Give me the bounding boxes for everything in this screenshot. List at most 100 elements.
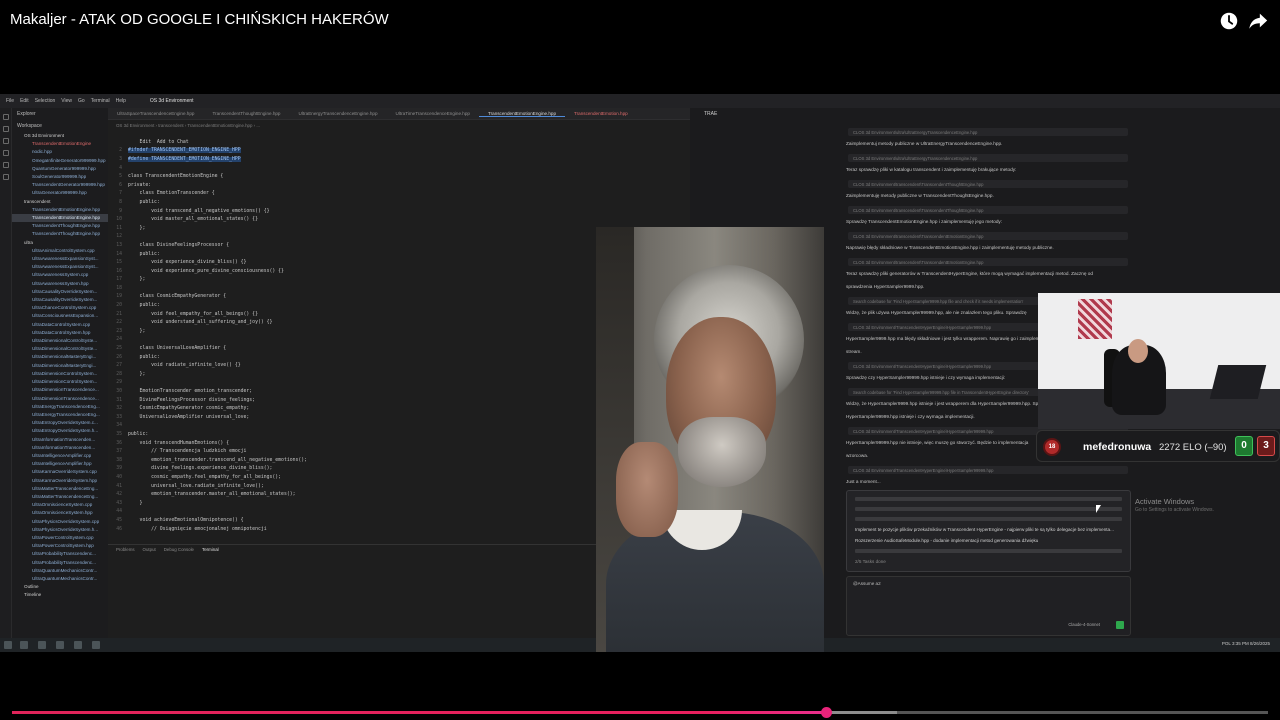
ide-menu-item[interactable]: Edit [20, 98, 29, 104]
file-item[interactable]: UltraAwarenessSystem.cpp [12, 271, 108, 279]
file-item[interactable]: UltraAwarenessSystem.hpp [12, 280, 108, 288]
editor-tab[interactable]: TranscendentThoughtEngine.hpp [203, 111, 289, 116]
file-item[interactable]: TranscendentThoughtEngine.hpp [12, 230, 108, 238]
file-item[interactable]: QuantumGenerator999999.hpp [12, 165, 108, 173]
file-item[interactable]: UltraQuantumMechanicsContr... [12, 567, 108, 575]
file-item[interactable]: UltraPhysicsOverrideSystem.cpp [12, 518, 108, 526]
file-item[interactable]: TranscendentGenerator999999.hpp [12, 181, 108, 189]
code-text: public: [128, 431, 149, 437]
chat-tool-call[interactable]: CLOS 3d Environment\ultra\UltraEnergyTra… [848, 154, 1128, 162]
chat-tool-call[interactable]: CLOS 3d Environment\transcendent\Transce… [848, 258, 1128, 266]
file-item[interactable]: UltraAwarenessExpansionSyst... [12, 263, 108, 271]
file-item[interactable]: UltraMatterTranscendenceEng... [12, 493, 108, 501]
file-item[interactable]: UltraDimensionControlSystem... [12, 370, 108, 378]
clock-icon[interactable] [1218, 10, 1240, 32]
line-number: 38 [116, 457, 122, 463]
file-item[interactable]: UltraOmniscienceSystem.hpp [12, 509, 108, 517]
file-item[interactable]: UltraIntelligenceAmplifier.cpp [12, 452, 108, 460]
file-item[interactable]: UltraCausalityOverrideSystem... [12, 296, 108, 304]
file-item[interactable]: UltraDimensionTranscendence... [12, 386, 108, 394]
video-title[interactable]: Makaljer - ATAK OD GOOGLE I CHIŃSKICH HA… [10, 11, 389, 28]
file-item[interactable]: UltraAwarenessExpansionSyst... [12, 255, 108, 263]
send-button[interactable] [1116, 621, 1124, 629]
model-selector[interactable]: Claude-4-Sonnet [1068, 622, 1100, 627]
folder-item[interactable]: ultra [12, 239, 108, 247]
file-item[interactable]: OmegaInfiniteGenerator999999.hpp [12, 157, 108, 165]
folder-item[interactable]: Outline [12, 583, 108, 591]
chat-tool-call[interactable]: CLOS 3d Environment\transcendent\Transce… [848, 180, 1128, 188]
file-item[interactable]: nodic.hpp [12, 148, 108, 156]
ide-menu-item[interactable]: View [61, 98, 72, 104]
line-number: 18 [116, 285, 122, 291]
file-item[interactable]: UltraDimensionTranscendence... [12, 395, 108, 403]
folder-item[interactable]: OS 3d Environment [12, 132, 108, 140]
file-item[interactable]: TranscendentEmotionEngine.hpp [12, 206, 108, 214]
progress-scrubber-handle[interactable] [820, 707, 832, 718]
chat-compose[interactable]: @Assume a2 Claude-4-Sonnet [846, 576, 1131, 636]
panel-tab[interactable]: Output [143, 547, 156, 552]
chat-tool-call[interactable]: CLOS 3d Environment\transcendent\Transce… [848, 206, 1128, 214]
file-item[interactable]: UltraEnergyTranscendenceEng... [12, 403, 108, 411]
panel-tab[interactable]: Terminal [202, 547, 219, 552]
file-item[interactable]: UltraDimensionalControlSyste... [12, 337, 108, 345]
file-item[interactable]: UltraDimensionalMasteryEngi... [12, 362, 108, 370]
file-item[interactable]: UltraKarmaOverrideSystem.hpp [12, 477, 108, 485]
editor-tab[interactable]: UltraSpaceTranscendenceEngine.hpp [108, 111, 203, 116]
file-item[interactable]: UltraInformationTranscenden... [12, 436, 108, 444]
code-text: void radiate_infinite_love() {} [128, 363, 241, 369]
file-item[interactable]: UltraChanceControlSystem.cpp [12, 304, 108, 312]
code-text: Edit Add to Chat [128, 139, 189, 145]
workspace-name[interactable]: OS 3d Environment [150, 98, 194, 104]
editor-tab[interactable]: UltraEnergyTranscendenceEngine.hpp [290, 111, 387, 116]
folder-item[interactable]: transcendent [12, 198, 108, 206]
file-item[interactable]: TranscendentEmotionEngine [12, 140, 108, 148]
file-item[interactable]: UltraIntelligenceAmplifier.hpp [12, 460, 108, 468]
file-item[interactable]: UltraDataControlSystem.hpp [12, 329, 108, 337]
file-item[interactable]: UltraEntropyOverrideSystem.h... [12, 427, 108, 435]
file-item[interactable]: UltraOmniscienceSystem.cpp [12, 501, 108, 509]
video-progress-bar[interactable] [12, 707, 1268, 718]
todo-item: Rozszerzenie AudioSafeModule.hpp - dodan… [855, 538, 1039, 543]
ide-menu-item[interactable]: Go [78, 98, 85, 104]
file-item[interactable]: UltraDimensionControlSystem... [12, 378, 108, 386]
file-item[interactable]: UltraDimensionalControlSyste... [12, 345, 108, 353]
file-item[interactable]: UltraMatterTranscendenceEng... [12, 485, 108, 493]
chat-message: Just a moment... [846, 479, 881, 484]
file-item[interactable]: UltraQuantumMechanicsContr... [12, 575, 108, 583]
chat-tool-call[interactable]: CLOS 3d Environment\transcendent\Transce… [848, 232, 1128, 240]
file-item[interactable]: TranscendentEmotionEngine.hpp [12, 214, 108, 223]
file-item[interactable]: UltraProbabilityTranscendenc... [12, 550, 108, 558]
ide-menu-item[interactable]: Terminal [91, 98, 110, 104]
ide-menu-item[interactable]: File [6, 98, 14, 104]
panel-tab[interactable]: Debug Console [164, 547, 194, 552]
source-control-icon [2, 138, 9, 144]
folder-item[interactable]: Timeline [12, 591, 108, 599]
file-item[interactable]: UltraEntropyOverrideSystem.c... [12, 419, 108, 427]
file-item[interactable]: TranscendentThoughtEngine.hpp [12, 222, 108, 230]
editor-tab[interactable]: TranscendentEmotionEngine.hpp [478, 111, 565, 117]
file-item[interactable]: UltraGenerator999999.hpp [12, 189, 108, 197]
file-item[interactable]: UltraConsciousnessExpansion... [12, 312, 108, 320]
ide-menu-item[interactable]: Help [116, 98, 126, 104]
panel-tab[interactable]: Problems [116, 547, 135, 552]
file-item[interactable]: UltraDimensionalMasteryEngi... [12, 353, 108, 361]
editor-tabs: UltraSpaceTranscendenceEngine.hpp Transce… [108, 108, 690, 120]
file-item[interactable]: SoulGenerator999999.hpp [12, 173, 108, 181]
file-item[interactable]: UltraDataControlSystem.cpp [12, 321, 108, 329]
chat-tool-call[interactable]: CLOS 3d Environment\TranscendentHyperEng… [848, 466, 1128, 474]
editor-tab[interactable]: TranscendentEmotion.hpp [565, 111, 637, 116]
file-item[interactable]: UltraCausalityOverrideSystem... [12, 288, 108, 296]
editor-tab[interactable]: UltraTimeTranscendenceEngine.hpp [387, 111, 479, 116]
ide-menu-item[interactable]: Selection [35, 98, 56, 104]
file-item[interactable]: UltraInformationTranscenden... [12, 444, 108, 452]
file-item[interactable]: UltraPhysicsOverrideSystem.h... [12, 526, 108, 534]
file-item[interactable]: UltraPowerControlSystem.hpp [12, 542, 108, 550]
file-item[interactable]: UltraProbabilityTranscendenc... [12, 559, 108, 567]
file-item[interactable]: UltraEnergyTranscendenceEng... [12, 411, 108, 419]
code-text: public: [128, 354, 160, 360]
chat-tool-call[interactable]: CLOS 3d Environment\ultra\UltraEnergyTra… [848, 128, 1128, 136]
file-item[interactable]: UltraKarmaOverrideSystem.cpp [12, 468, 108, 476]
file-item[interactable]: UltraPowerControlSystem.cpp [12, 534, 108, 542]
share-icon[interactable] [1247, 10, 1269, 32]
file-item[interactable]: UltraAnimalControlSystem.cpp [12, 247, 108, 255]
